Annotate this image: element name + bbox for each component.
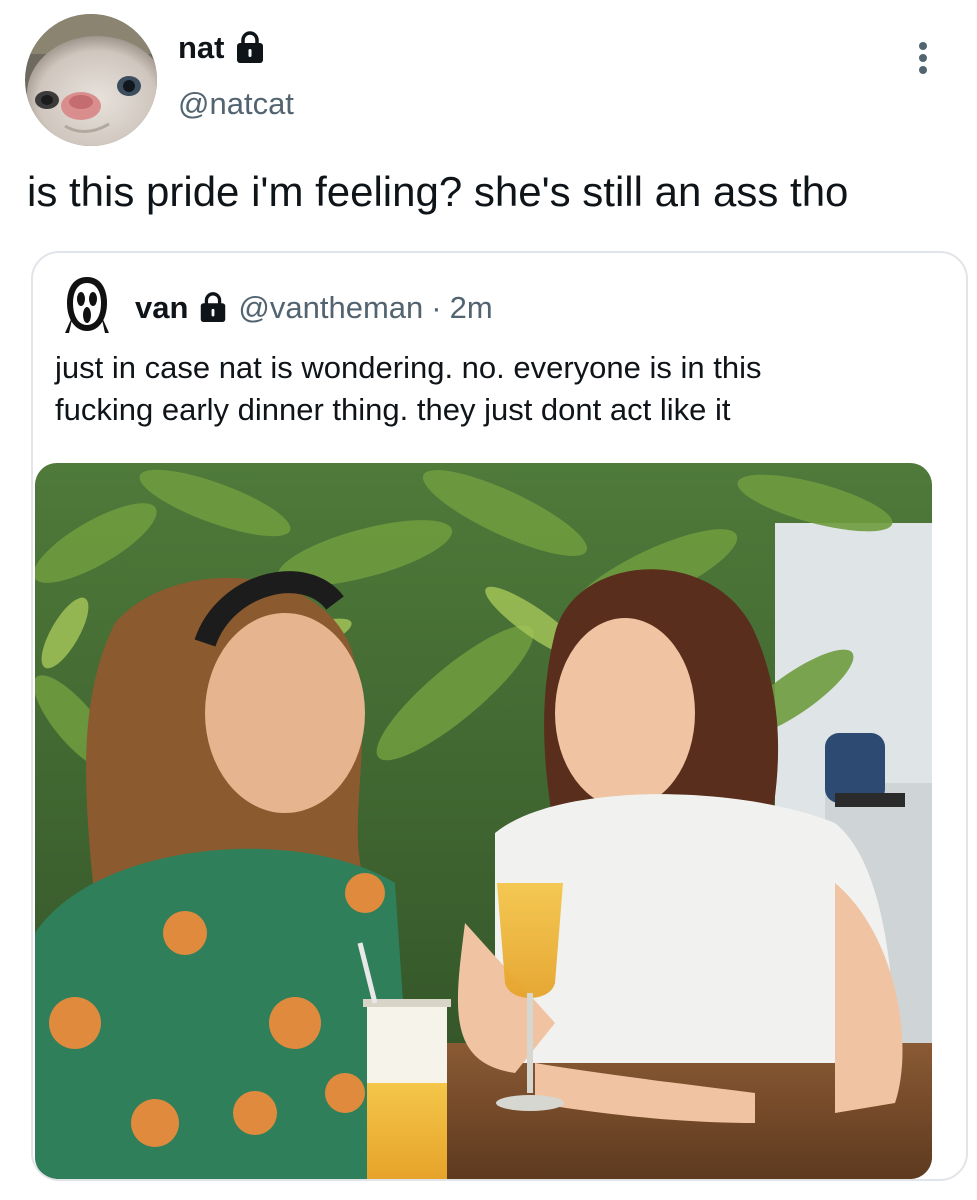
lock-icon	[236, 31, 263, 63]
quoted-user-handle[interactable]: @vantheman	[238, 292, 423, 323]
quoted-tweet-header: van @vantheman · 2m	[135, 291, 493, 323]
display-name-text: nat	[178, 29, 225, 65]
quoted-text-line: fucking early dinner thing. they just do…	[55, 392, 731, 427]
lock-icon	[201, 292, 226, 323]
avatar[interactable]	[25, 14, 157, 146]
quoted-text-line: just in case nat is wondering. no. every…	[55, 350, 762, 385]
quoted-tweet-card[interactable]: van @vantheman · 2m just in case nat is …	[31, 251, 968, 1181]
quoted-tweet-text: just in case nat is wondering. no. every…	[55, 347, 945, 431]
more-vertical-icon[interactable]	[908, 38, 938, 78]
quoted-timestamp[interactable]: 2m	[450, 292, 493, 323]
dot-separator: ·	[431, 289, 442, 325]
photo-image	[35, 463, 932, 1179]
tweet-text: is this pride i'm feeling? she's still a…	[27, 168, 849, 215]
cat-avatar-image	[25, 14, 157, 146]
display-name[interactable]: nat	[178, 30, 265, 64]
ghostface-mask-icon	[65, 277, 109, 333]
quoted-display-name[interactable]: van	[135, 292, 188, 323]
attached-photo[interactable]	[35, 463, 932, 1179]
user-handle[interactable]: @natcat	[178, 88, 294, 119]
tweet-page: nat @natcat is this pride i'm feeling? s…	[0, 0, 977, 1200]
